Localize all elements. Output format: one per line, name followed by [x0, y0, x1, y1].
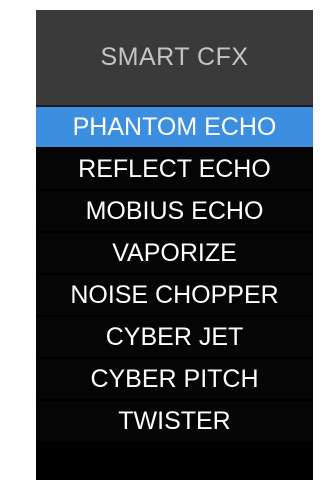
effect-item-noise-chopper[interactable]: NOISE CHOPPER — [36, 275, 313, 315]
panel-title: SMART CFX — [36, 10, 313, 107]
effect-item-cyber-pitch[interactable]: CYBER PITCH — [36, 359, 313, 399]
effect-item-reflect-echo[interactable]: REFLECT ECHO — [36, 149, 313, 189]
effects-list: PHANTOM ECHO REFLECT ECHO MOBIUS ECHO VA… — [36, 107, 313, 441]
smart-cfx-panel: SMART CFX PHANTOM ECHO REFLECT ECHO MOBI… — [36, 10, 313, 480]
effect-item-vaporize[interactable]: VAPORIZE — [36, 233, 313, 273]
effect-item-phantom-echo[interactable]: PHANTOM ECHO — [36, 107, 313, 147]
effect-item-twister[interactable]: TWISTER — [36, 401, 313, 441]
effect-item-cyber-jet[interactable]: CYBER JET — [36, 317, 313, 357]
effect-item-mobius-echo[interactable]: MOBIUS ECHO — [36, 191, 313, 231]
